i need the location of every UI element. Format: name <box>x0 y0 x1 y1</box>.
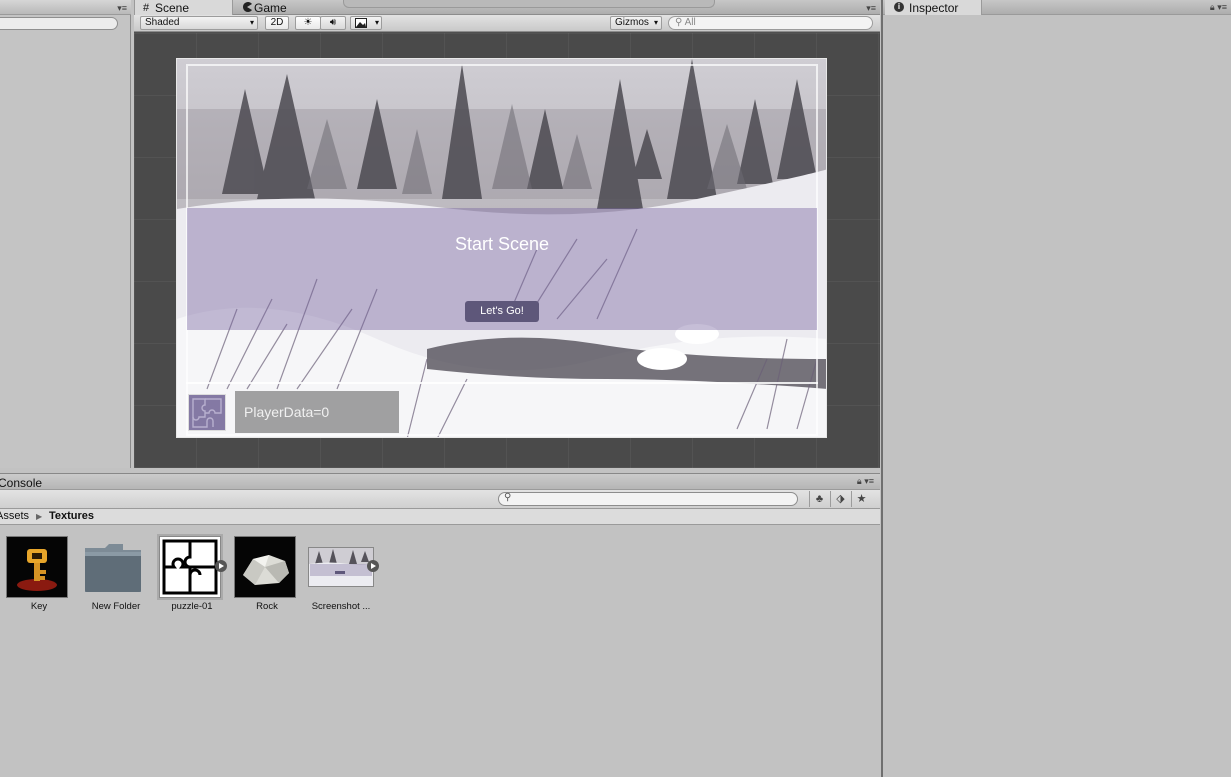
puzzle-hud-icon <box>188 394 226 431</box>
screenshot-icon <box>308 547 374 587</box>
console-tabbar: Console 🔒︎ ▾≡ <box>0 473 880 490</box>
scene-viewport[interactable]: Start Scene Let's Go! PlayerData=0 <box>134 33 880 468</box>
tag-icon: ⬗ <box>836 493 845 505</box>
project-panel: Console 🔒︎ ▾≡ ⚲ ♣ ⬗ ★ Assets ▶ Textures <box>0 468 880 777</box>
puzzle-icon <box>157 534 223 600</box>
effects-dropdown[interactable]: ▾ <box>350 16 382 30</box>
lock-menu-icon[interactable]: 🔒︎ ▾≡ <box>1210 2 1227 13</box>
project-toolbar: ⚲ ♣ ⬗ ★ <box>0 490 880 509</box>
dropdown-arrow-icon: ▾ <box>249 18 254 27</box>
lets-go-button[interactable]: Let's Go! <box>465 301 539 322</box>
breadcrumb-textures[interactable]: Textures <box>49 509 94 524</box>
asset-label: Key <box>30 601 48 612</box>
tab-inspector-label: Inspector <box>909 1 959 15</box>
image-icon <box>355 18 367 31</box>
sun-icon: ☀ <box>303 17 313 28</box>
scene-search-placeholder: All <box>684 17 696 28</box>
expand-arrow-icon[interactable] <box>215 560 227 572</box>
grid-icon: # <box>143 2 150 14</box>
panel-menu-icon[interactable]: ▾≡ <box>864 476 874 486</box>
lock-icon[interactable]: 🔒︎ <box>857 476 862 486</box>
filter-by-type-button[interactable]: ♣ <box>809 491 829 507</box>
tab-game[interactable]: Game <box>234 0 334 15</box>
player-data-panel: PlayerData=0 <box>235 391 399 433</box>
asset-label: Screenshot ... <box>311 601 371 612</box>
speaker-icon: 🔊︎ <box>329 17 337 28</box>
gizmos-dropdown[interactable]: Gizmos ▾ <box>610 16 662 30</box>
lock-icon[interactable]: 🔒︎ <box>1210 2 1215 12</box>
breadcrumb-assets[interactable]: Assets <box>0 509 29 524</box>
key-icon <box>6 536 68 598</box>
tab-scene[interactable]: # Scene <box>134 0 233 15</box>
scene-tabbar: # Scene Game ▾≡ <box>134 0 880 15</box>
filter-by-label-button[interactable]: ⬗ <box>830 491 850 507</box>
pacman-icon <box>242 2 252 12</box>
panel-menu-icon[interactable]: ▾≡ <box>1217 2 1227 12</box>
2d-toggle-label: 2D <box>270 17 284 28</box>
game-canvas[interactable]: Start Scene Let's Go! PlayerData=0 <box>176 58 827 438</box>
rock-icon <box>234 536 296 598</box>
tab-inspector[interactable]: i Inspector <box>885 0 982 15</box>
start-scene-title: Start Scene <box>454 234 550 254</box>
search-icon: ⚲ <box>504 492 512 503</box>
tab-scene-label: Scene <box>155 1 190 15</box>
window-drag-handle[interactable] <box>343 0 715 8</box>
gizmos-label: Gizmos <box>615 17 649 28</box>
project-search-input[interactable]: ⚲ <box>498 492 798 506</box>
lighting-toggle[interactable]: ☀ <box>295 16 321 30</box>
favorites-button[interactable]: ★ <box>851 491 871 507</box>
expand-arrow-icon[interactable] <box>367 560 379 572</box>
star-icon: ★ <box>856 493 867 505</box>
asset-label: New Folder <box>91 601 141 612</box>
shapes-icon: ♣ <box>815 493 824 505</box>
lock-menu-icon[interactable]: 🔒︎ ▾≡ <box>857 476 874 487</box>
chevron-right-icon: ▶ <box>36 512 43 521</box>
hud-divider <box>186 382 818 384</box>
panel-menu-icon[interactable]: ▾≡ <box>117 3 127 14</box>
folder-icon <box>83 536 145 598</box>
hierarchy-panel: ▾≡ <box>0 0 131 468</box>
dropdown-arrow-icon: ▾ <box>374 18 379 27</box>
tab-game-label: Game <box>254 1 287 15</box>
2d-toggle[interactable]: 2D <box>265 16 289 30</box>
scene-search-input[interactable]: ⚲ All <box>668 16 873 30</box>
panel-menu-icon[interactable]: ▾≡ <box>866 3 876 14</box>
shading-mode-dropdown[interactable]: Shaded ▾ <box>140 16 258 30</box>
search-icon: ⚲ <box>675 17 683 28</box>
dropdown-arrow-icon: ▾ <box>653 18 658 27</box>
title-panel: Start Scene Let's Go! <box>187 208 817 330</box>
scene-window: # Scene Game ▾≡ Shaded ▾ 2D ☀ 🔊︎ ▾ Gizmo… <box>134 0 880 468</box>
inspector-tabbar: i Inspector 🔒︎ ▾≡ <box>883 0 1231 15</box>
asset-label: Rock <box>256 601 278 612</box>
hierarchy-search-input[interactable] <box>0 17 118 30</box>
info-icon: i <box>894 2 904 12</box>
breadcrumb: Assets ▶ Textures <box>0 509 880 525</box>
shading-mode-value: Shaded <box>145 17 180 28</box>
player-data-text: PlayerData=0 <box>244 404 330 420</box>
tab-console[interactable]: Console <box>0 476 42 490</box>
asset-label: puzzle-01 <box>171 601 213 612</box>
audio-toggle[interactable]: 🔊︎ <box>320 16 346 30</box>
scene-toolbar: Shaded ▾ 2D ☀ 🔊︎ ▾ Gizmos ▾ ⚲ All <box>134 15 880 32</box>
hierarchy-tabbar: ▾≡ <box>0 0 131 15</box>
inspector-panel: i Inspector 🔒︎ ▾≡ <box>881 0 1231 777</box>
